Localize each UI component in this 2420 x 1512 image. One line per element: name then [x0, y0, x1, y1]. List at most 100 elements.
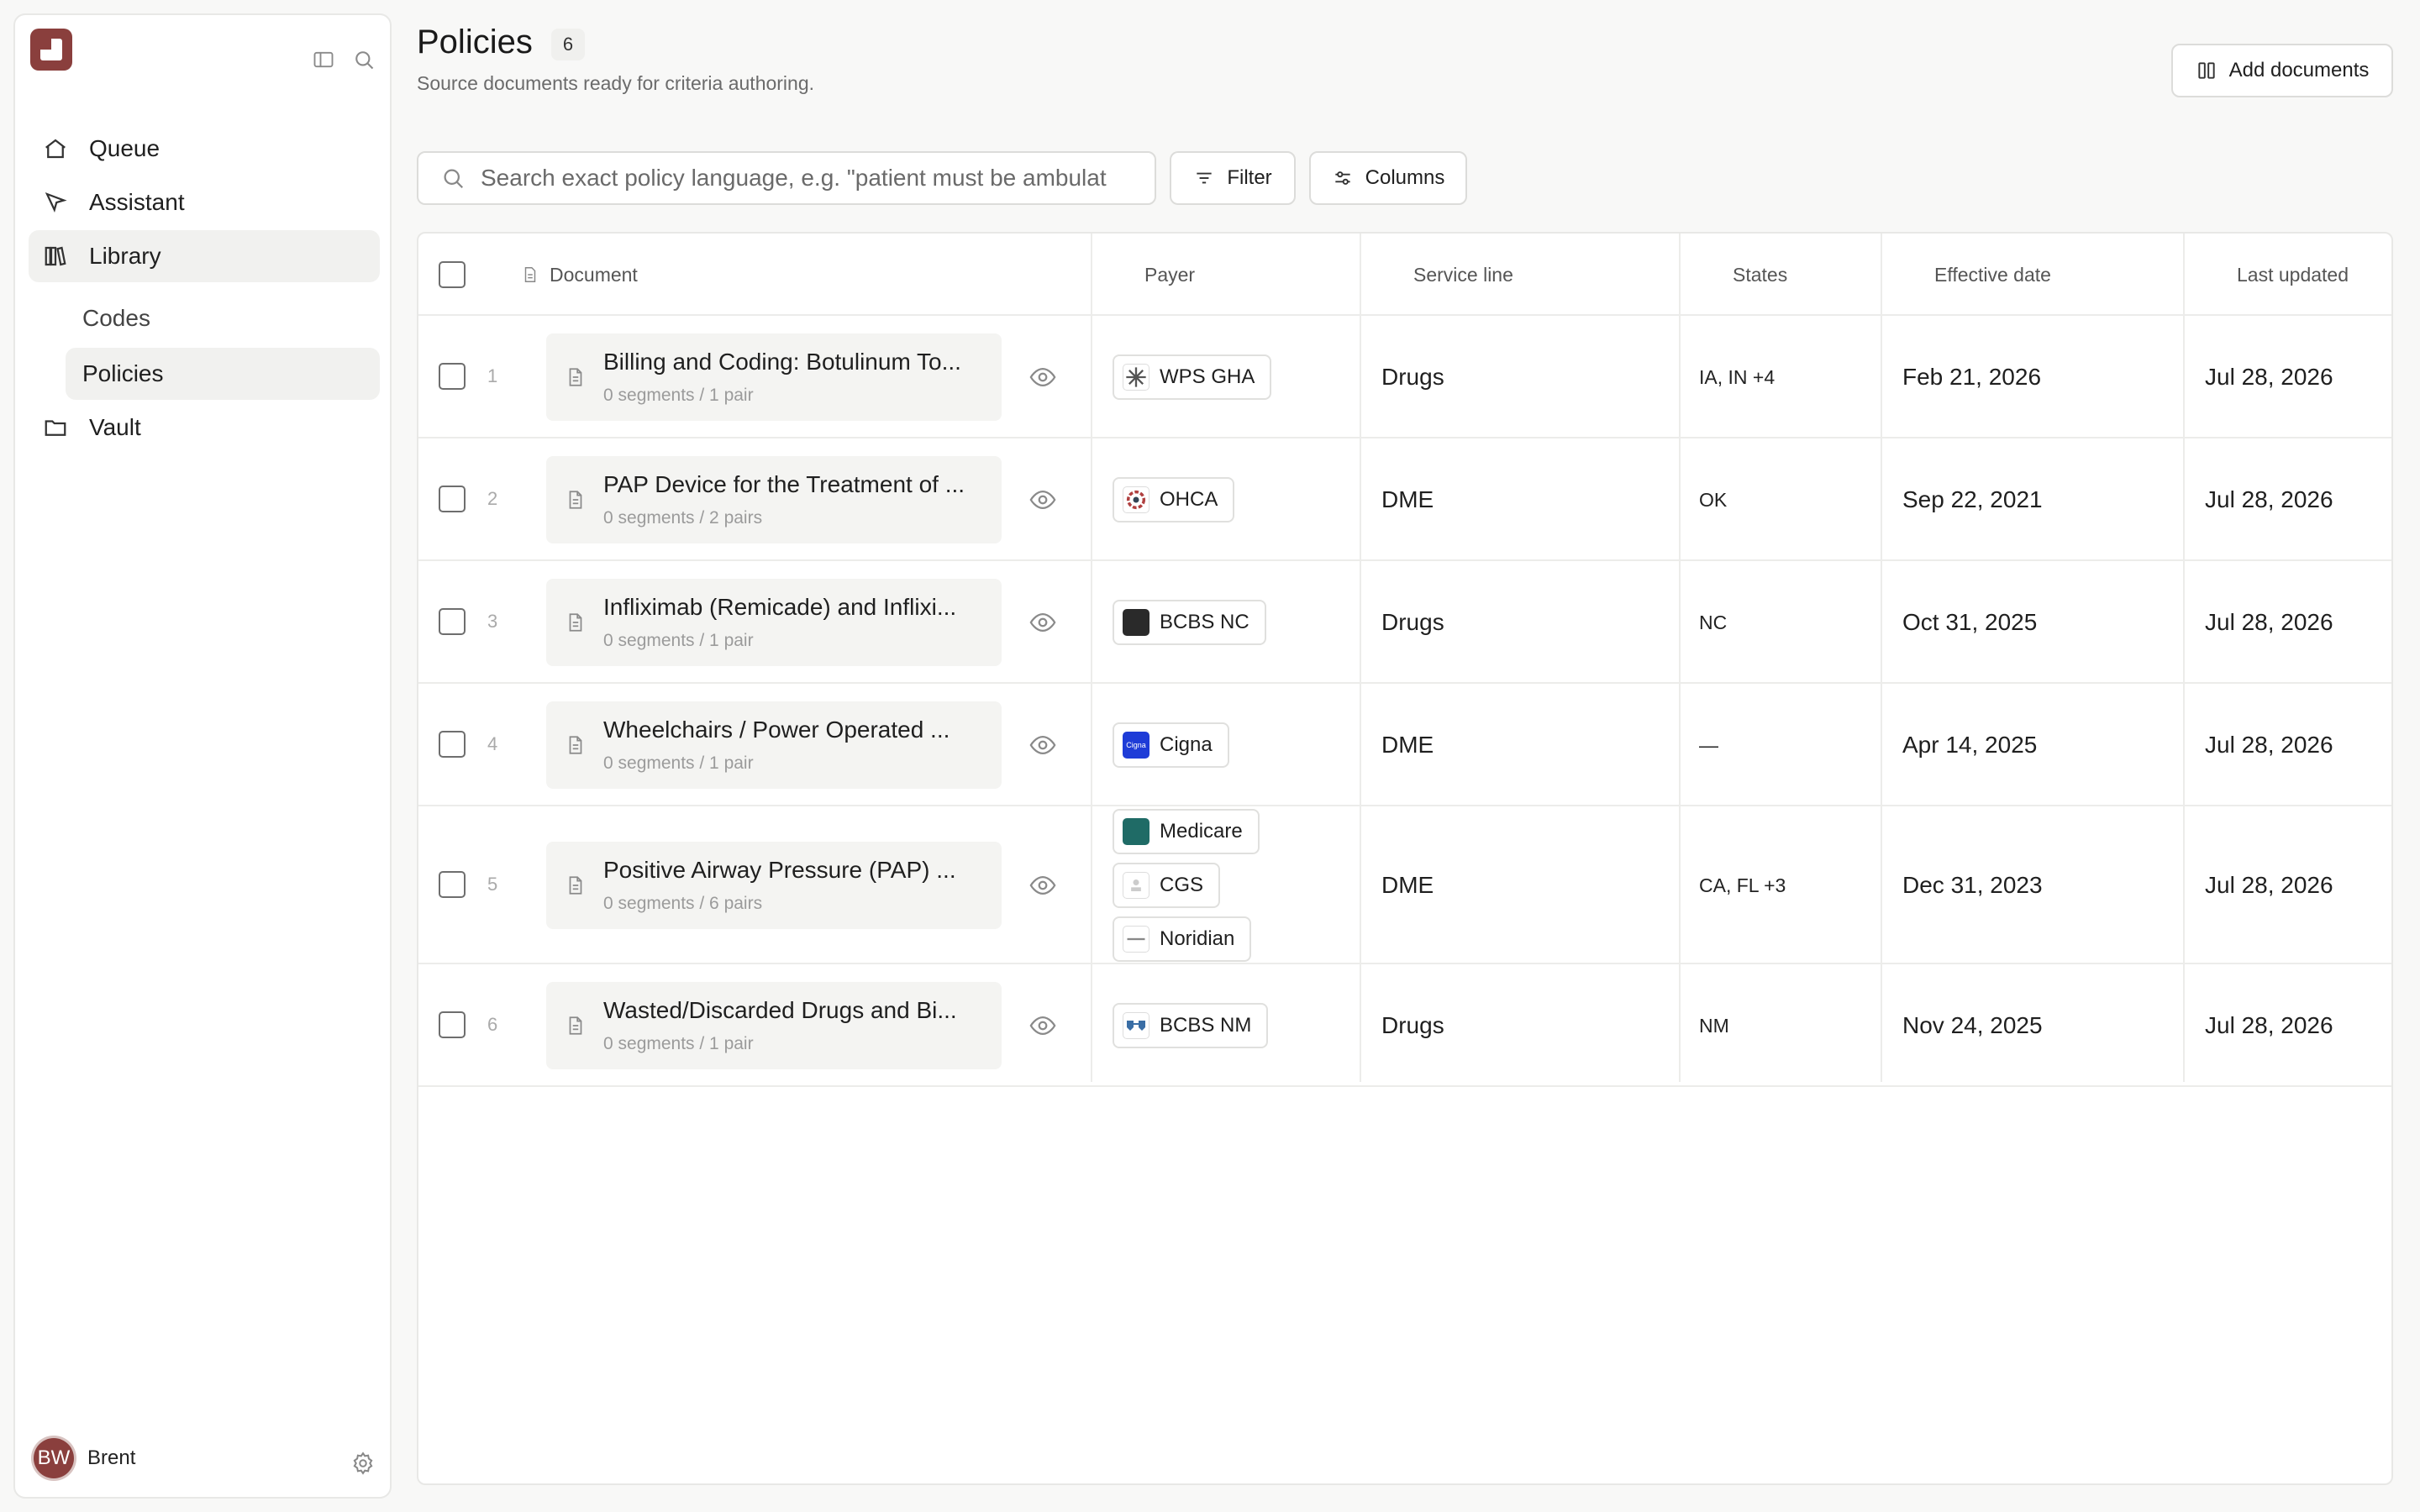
- row-checkbox[interactable]: [439, 486, 466, 512]
- document-card[interactable]: PAP Device for the Treatment of ... 0 se…: [546, 456, 1002, 543]
- row-checkbox[interactable]: [439, 608, 466, 635]
- columns-icon: [2197, 62, 2215, 79]
- sidebar: Queue Assistant Library Codes Policies V…: [13, 13, 392, 1499]
- states: NM: [1699, 1015, 1729, 1037]
- payer-name: Noridian: [1160, 927, 1235, 950]
- effective-date: Dec 31, 2023: [1902, 872, 2043, 898]
- states: CA, FL +3: [1699, 874, 1786, 896]
- nav-assistant[interactable]: Assistant: [29, 176, 380, 228]
- eye-icon[interactable]: [1028, 731, 1057, 764]
- document-card[interactable]: Positive Airway Pressure (PAP) ... 0 seg…: [546, 842, 1002, 929]
- payer-chip[interactable]: Cigna Cigna: [1113, 722, 1229, 768]
- nav-label: Library: [89, 243, 161, 269]
- table-row[interactable]: 3 Infliximab (Remicade) and Inflixi... 0…: [418, 561, 2391, 684]
- document-icon: [565, 611, 587, 638]
- eye-icon[interactable]: [1028, 871, 1057, 904]
- effective-date: Sep 22, 2021: [1902, 486, 2043, 512]
- table-row[interactable]: 1 Billing and Coding: Botulinum To... 0 …: [418, 316, 2391, 438]
- add-documents-button[interactable]: Add documents: [2171, 44, 2393, 97]
- row-number: 4: [487, 733, 498, 754]
- payer-name: BCBS NM: [1160, 1014, 1252, 1037]
- table-row[interactable]: 5 Positive Airway Pressure (PAP) ... 0 s…: [418, 806, 2391, 964]
- payer-logo-icon: [1123, 872, 1150, 899]
- payer-chip[interactable]: BCBS NM: [1113, 1003, 1269, 1048]
- document-card[interactable]: Billing and Coding: Botulinum To... 0 se…: [546, 333, 1002, 421]
- document-meta: 0 segments / 2 pairs: [603, 508, 763, 528]
- document-icon: [565, 488, 587, 516]
- eye-icon[interactable]: [1028, 363, 1057, 396]
- search-icon[interactable]: [351, 47, 376, 72]
- column-label: States: [1733, 263, 1788, 286]
- column-effective-date[interactable]: Effective date: [1934, 234, 2051, 316]
- payer-chip[interactable]: OHCA: [1113, 477, 1235, 522]
- filter-icon: [1197, 172, 1212, 184]
- sidebar-toggle-icon[interactable]: [311, 47, 336, 72]
- row-number: 1: [487, 365, 498, 386]
- payer-chip[interactable]: CGS: [1113, 863, 1221, 908]
- column-document[interactable]: Document: [521, 234, 638, 316]
- effective-date: Feb 21, 2026: [1902, 364, 2042, 390]
- payer-chip[interactable]: WPS GHA: [1113, 354, 1272, 400]
- filter-button[interactable]: Filter: [1170, 151, 1296, 205]
- service-line: DME: [1381, 486, 1434, 512]
- row-number: 6: [487, 1014, 498, 1035]
- document-card[interactable]: Infliximab (Remicade) and Inflixi... 0 s…: [546, 579, 1002, 666]
- eye-icon[interactable]: [1028, 1011, 1057, 1044]
- nav-label: Codes: [82, 305, 150, 331]
- document-icon: [524, 267, 536, 282]
- column-payer[interactable]: Payer: [1144, 234, 1195, 316]
- service-line: Drugs: [1381, 609, 1444, 635]
- document-title: Positive Airway Pressure (PAP) ...: [603, 857, 956, 883]
- nav-policies[interactable]: Policies: [66, 348, 380, 400]
- row-number: 5: [487, 874, 498, 895]
- column-label: Payer: [1144, 263, 1196, 286]
- app-logo[interactable]: [30, 29, 72, 71]
- columns-button[interactable]: Columns: [1309, 151, 1467, 205]
- nav-vault[interactable]: Vault: [29, 402, 380, 454]
- nav-queue[interactable]: Queue: [29, 123, 380, 175]
- sliders-icon: [1334, 171, 1350, 185]
- column-label: Service line: [1413, 263, 1513, 286]
- table-row[interactable]: 2 PAP Device for the Treatment of ... 0 …: [418, 438, 2391, 561]
- row-checkbox[interactable]: [439, 363, 466, 390]
- payer-chip[interactable]: BCBS NC: [1113, 600, 1266, 645]
- library-icon: [40, 241, 71, 271]
- document-card[interactable]: Wasted/Discarded Drugs and Bi... 0 segme…: [546, 982, 1002, 1069]
- document-card[interactable]: Wheelchairs / Power Operated ... 0 segme…: [546, 701, 1002, 789]
- select-all-checkbox[interactable]: [439, 261, 466, 288]
- document-meta: 0 segments / 1 pair: [603, 631, 754, 650]
- payer-logo-icon: [1123, 926, 1150, 953]
- eye-icon[interactable]: [1028, 608, 1057, 641]
- nav-library[interactable]: Library: [29, 230, 380, 282]
- folder-icon: [40, 412, 71, 443]
- row-checkbox[interactable]: [439, 871, 466, 898]
- gear-icon[interactable]: [348, 1448, 378, 1478]
- column-last-updated[interactable]: Last updated: [2237, 234, 2349, 316]
- column-states[interactable]: States: [1733, 234, 1787, 316]
- row-checkbox[interactable]: [439, 731, 466, 758]
- eye-icon[interactable]: [1028, 486, 1057, 518]
- table-row[interactable]: 4 Wheelchairs / Power Operated ... 0 seg…: [418, 684, 2391, 806]
- row-checkbox[interactable]: [439, 1011, 466, 1038]
- policy-count-badge: 6: [551, 29, 585, 60]
- nav-codes[interactable]: Codes: [66, 292, 380, 344]
- payer-logo-icon: [1123, 364, 1150, 391]
- last-updated: Jul 28, 2026: [2205, 486, 2333, 512]
- nav-label: Assistant: [89, 189, 185, 215]
- user-profile[interactable]: BW Brent: [34, 1438, 135, 1478]
- document-meta: 0 segments / 1 pair: [603, 1034, 754, 1053]
- add-documents-label: Add documents: [2228, 59, 2370, 81]
- effective-date: Oct 31, 2025: [1902, 609, 2038, 635]
- payer-name: BCBS NC: [1160, 611, 1249, 633]
- effective-date: Apr 14, 2025: [1902, 732, 2038, 758]
- search-input[interactable]: Search exact policy language, e.g. "pati…: [417, 151, 1156, 205]
- payer-chip[interactable]: Medicare: [1113, 809, 1260, 854]
- document-title: PAP Device for the Treatment of ...: [603, 471, 965, 497]
- payer-chip[interactable]: Noridian: [1113, 916, 1252, 962]
- service-line: DME: [1381, 732, 1434, 758]
- table-row[interactable]: 6 Wasted/Discarded Drugs and Bi... 0 seg…: [418, 964, 2391, 1087]
- last-updated: Jul 28, 2026: [2205, 364, 2333, 390]
- document-meta: 0 segments / 1 pair: [603, 386, 754, 405]
- column-service-line[interactable]: Service line: [1413, 234, 1513, 316]
- payer-logo-icon: [1123, 609, 1150, 636]
